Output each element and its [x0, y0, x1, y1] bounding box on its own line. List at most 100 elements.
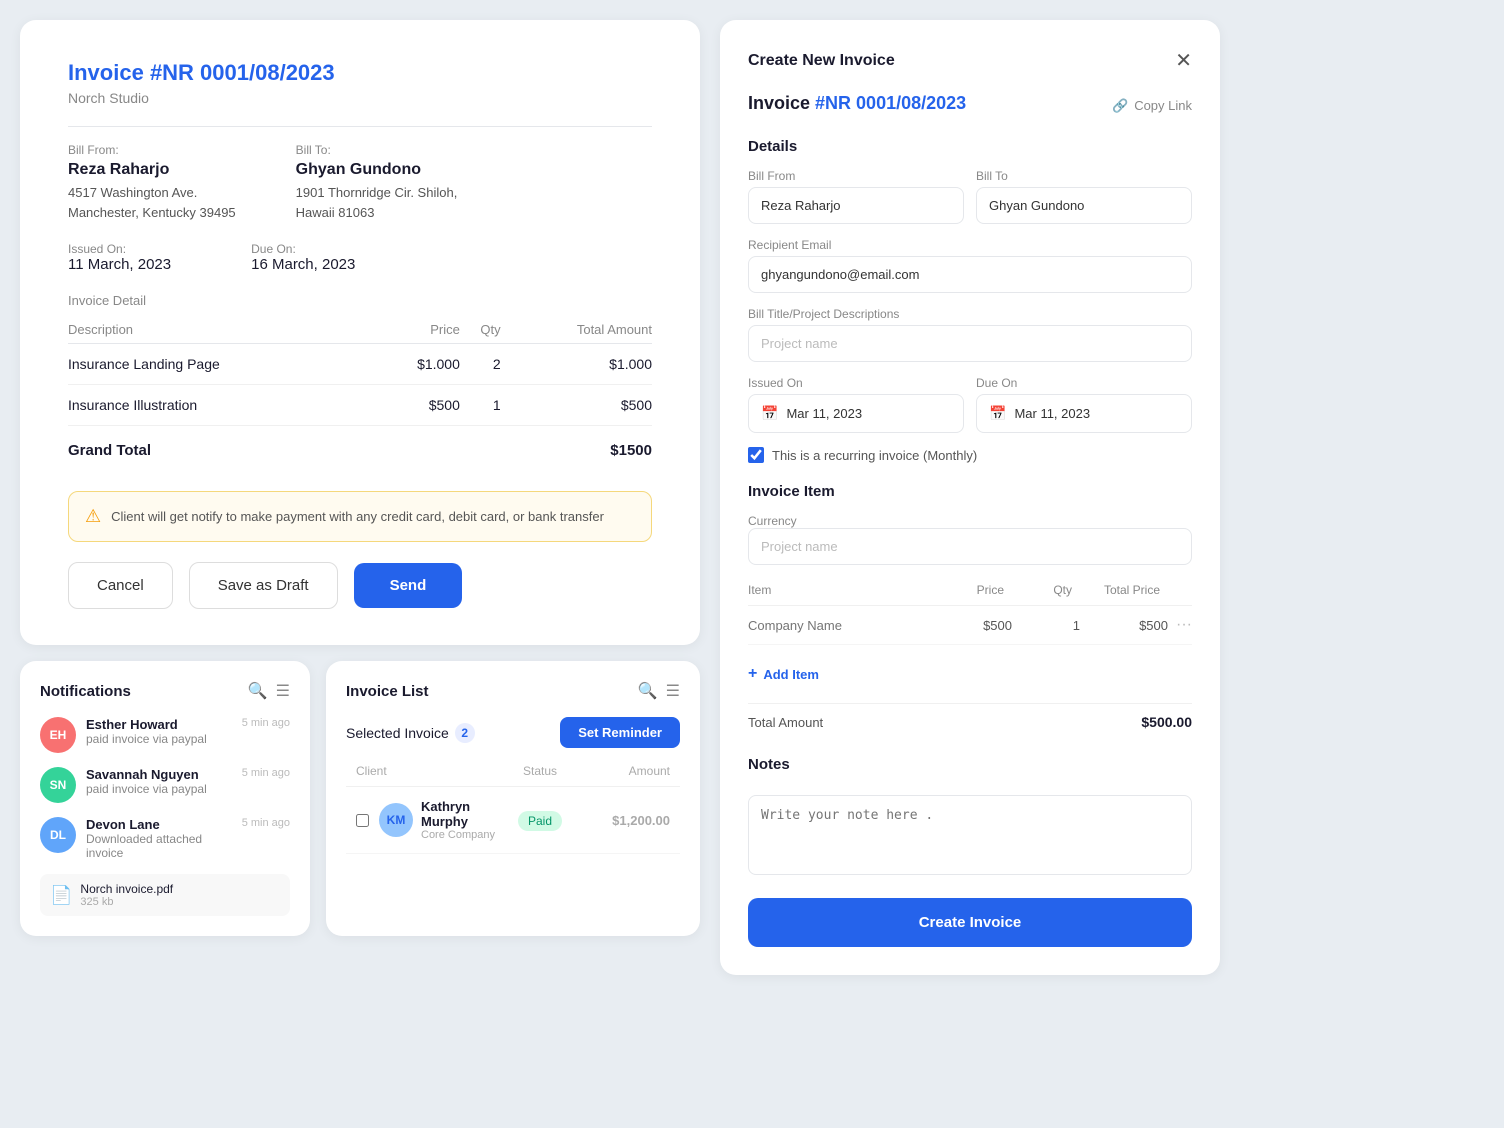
client-avatar: KM — [379, 803, 413, 837]
item-total: $1.000 — [501, 344, 652, 385]
col-client: Client — [356, 764, 500, 778]
recurring-checkbox-row[interactable]: This is a recurring invoice (Monthly) — [748, 447, 1192, 463]
bill-to-addr2: Hawaii 81063 — [296, 203, 458, 223]
bill-to-label: Bill To: — [296, 143, 458, 157]
due-on-label: Due On: — [251, 242, 355, 256]
notice-box: ⚠ Client will get notify to make payment… — [68, 491, 652, 542]
table-row: Insurance Landing Page $1.000 2 $1.000 — [68, 344, 652, 385]
details-section-label: Details — [748, 138, 1192, 155]
bill-from-label: Bill From: — [68, 143, 236, 157]
search-icon-button[interactable]: 🔍 — [248, 681, 268, 701]
create-invoice-panel: Create New Invoice ✕ Invoice #NR 0001/08… — [720, 20, 1220, 975]
status-badge: Paid — [518, 811, 562, 831]
due-date-field[interactable] — [1014, 406, 1179, 421]
panel-title: Create New Invoice — [748, 52, 895, 70]
filter-icon-button[interactable]: ☰ — [276, 681, 290, 701]
invoice-detail-label: Invoice Detail — [68, 293, 652, 308]
bill-from-group: Bill From — [748, 169, 964, 224]
table-row: Insurance Illustration $500 1 $500 — [68, 385, 652, 426]
calendar-icon-2: 📅 — [989, 405, 1006, 422]
cancel-button[interactable]: Cancel — [68, 562, 173, 609]
file-name: Norch invoice.pdf — [80, 882, 173, 896]
notif-name: Savannah Nguyen — [86, 767, 232, 782]
due-on-group: Due On: 16 March, 2023 — [251, 242, 355, 273]
selected-invoice-row: Selected Invoice 2 Set Reminder — [346, 717, 680, 748]
notif-time: 5 min ago — [242, 717, 290, 729]
avatar: SN — [40, 767, 76, 803]
currency-select[interactable]: Project name — [748, 528, 1192, 565]
save-draft-button[interactable]: Save as Draft — [189, 562, 338, 609]
add-item-row[interactable]: + Add Item — [748, 655, 916, 693]
notif-action: paid invoice via paypal — [86, 732, 232, 746]
recipient-email-input[interactable] — [748, 256, 1192, 293]
recurring-label: This is a recurring invoice (Monthly) — [772, 448, 977, 463]
item-col-item: Item — [748, 583, 916, 597]
copy-link-button[interactable]: 🔗 Copy Link — [1112, 98, 1192, 114]
panel-invoice-row: Invoice #NR 0001/08/2023 🔗 Copy Link — [748, 93, 1192, 118]
notifications-title: Notifications — [40, 683, 131, 700]
notif-time: 5 min ago — [242, 817, 290, 829]
bill-title-group: Bill Title/Project Descriptions — [748, 307, 1192, 362]
panel-invoice-number: Invoice #NR 0001/08/2023 — [748, 93, 966, 114]
bill-from-input[interactable] — [748, 187, 964, 224]
notifications-card: Notifications 🔍 ☰ EH Esther Howard paid … — [20, 661, 310, 936]
studio-name: Norch Studio — [68, 90, 652, 106]
notifications-header: Notifications 🔍 ☰ — [40, 681, 290, 701]
issued-on-form-label: Issued On — [748, 376, 964, 390]
notif-name: Esther Howard — [86, 717, 232, 732]
bill-to-form-label: Bill To — [976, 169, 1192, 183]
col-total: Total Amount — [501, 316, 652, 344]
list-item: EH Esther Howard paid invoice via paypal… — [40, 717, 290, 753]
item-qty: 1 — [1020, 618, 1080, 633]
col-status: Status — [500, 764, 580, 778]
item-total: $500 — [1088, 618, 1168, 633]
notes-section: Notes — [748, 756, 1192, 878]
total-amount-label: Total Amount — [748, 715, 823, 730]
currency-group: Currency — [748, 514, 1192, 528]
client-company: Core Company — [421, 829, 500, 841]
invoice-search-icon-button[interactable]: 🔍 — [638, 681, 658, 701]
invoice-list-title: Invoice List — [346, 683, 429, 700]
selected-invoice-label: Selected Invoice 2 — [346, 723, 475, 743]
invoice-list-header: Invoice List 🔍 ☰ — [346, 681, 680, 701]
issued-on-form-group: Issued On 📅 — [748, 376, 964, 433]
close-panel-button[interactable]: ✕ — [1175, 48, 1192, 73]
item-options-button[interactable]: ··· — [1176, 616, 1200, 634]
pdf-icon: 📄 — [50, 885, 72, 906]
invoice-title: Invoice #NR 0001/08/2023 — [68, 60, 652, 86]
currency-label: Currency — [748, 514, 1192, 528]
invoice-list-card: Invoice List 🔍 ☰ Selected Invoice 2 Set … — [326, 661, 700, 936]
bill-to-input[interactable] — [976, 187, 1192, 224]
set-reminder-button[interactable]: Set Reminder — [560, 717, 680, 748]
link-icon: 🔗 — [1112, 98, 1128, 114]
col-qty: Qty — [460, 316, 501, 344]
notes-textarea[interactable] — [748, 795, 1192, 875]
list-item: DL Devon Lane Downloaded attached invoic… — [40, 817, 290, 860]
send-button[interactable]: Send — [354, 563, 463, 608]
grand-total-value: $1500 — [501, 426, 652, 472]
invoice-table: Description Price Qty Total Amount Insur… — [68, 316, 652, 471]
invoice-filter-icon-button[interactable]: ☰ — [666, 681, 680, 701]
recipient-email-label: Recipient Email — [748, 238, 1192, 252]
notice-text: Client will get notify to make payment w… — [111, 509, 604, 524]
add-item-text: Add Item — [763, 667, 819, 682]
item-col-price: Price — [924, 583, 1004, 597]
bill-from-addr1: 4517 Washington Ave. — [68, 183, 236, 203]
bill-to-group: Bill To — [976, 169, 1192, 224]
bill-from-name: Reza Raharjo — [68, 161, 236, 179]
bill-title-input[interactable] — [748, 325, 1192, 362]
total-amount-row-grid: + Add Item — [748, 645, 1192, 704]
notif-time: 5 min ago — [242, 767, 290, 779]
item-desc: Insurance Illustration — [68, 385, 374, 426]
item-name-input[interactable] — [748, 618, 924, 633]
item-col-total: Total Price — [1080, 583, 1160, 597]
col-price: Price — [374, 316, 460, 344]
create-invoice-button[interactable]: Create Invoice — [748, 898, 1192, 947]
recurring-checkbox[interactable] — [748, 447, 764, 463]
issued-on-date-input[interactable]: 📅 — [748, 394, 964, 433]
item-price: $1.000 — [374, 344, 460, 385]
row-checkbox[interactable] — [356, 814, 369, 827]
avatar: EH — [40, 717, 76, 753]
issued-date-field[interactable] — [786, 406, 951, 421]
due-on-date-input[interactable]: 📅 — [976, 394, 1192, 433]
